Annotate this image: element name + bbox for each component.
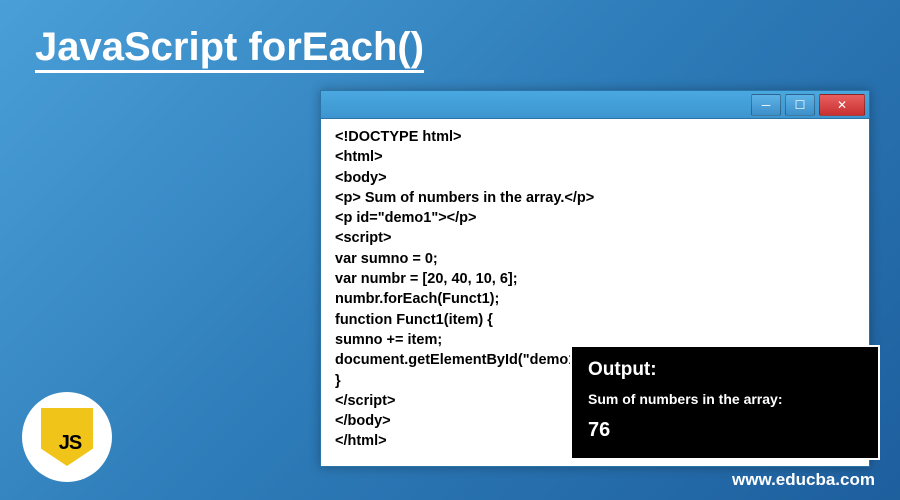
close-button[interactable]: ✕ [819,94,865,116]
page-title: JavaScript forEach() [0,0,900,78]
window-titlebar: ─ ☐ ✕ [321,91,869,119]
output-description: Sum of numbers in the array: [588,391,862,407]
output-panel: Output: Sum of numbers in the array: 76 [570,345,880,460]
website-url: www.educba.com [732,470,875,490]
logo-text: JS [59,432,81,455]
output-value: 76 [588,419,862,442]
maximize-button[interactable]: ☐ [785,94,815,116]
shield-icon: JS [41,408,93,466]
output-heading: Output: [588,359,862,381]
js-logo: JS [22,392,112,482]
minimize-button[interactable]: ─ [751,94,781,116]
